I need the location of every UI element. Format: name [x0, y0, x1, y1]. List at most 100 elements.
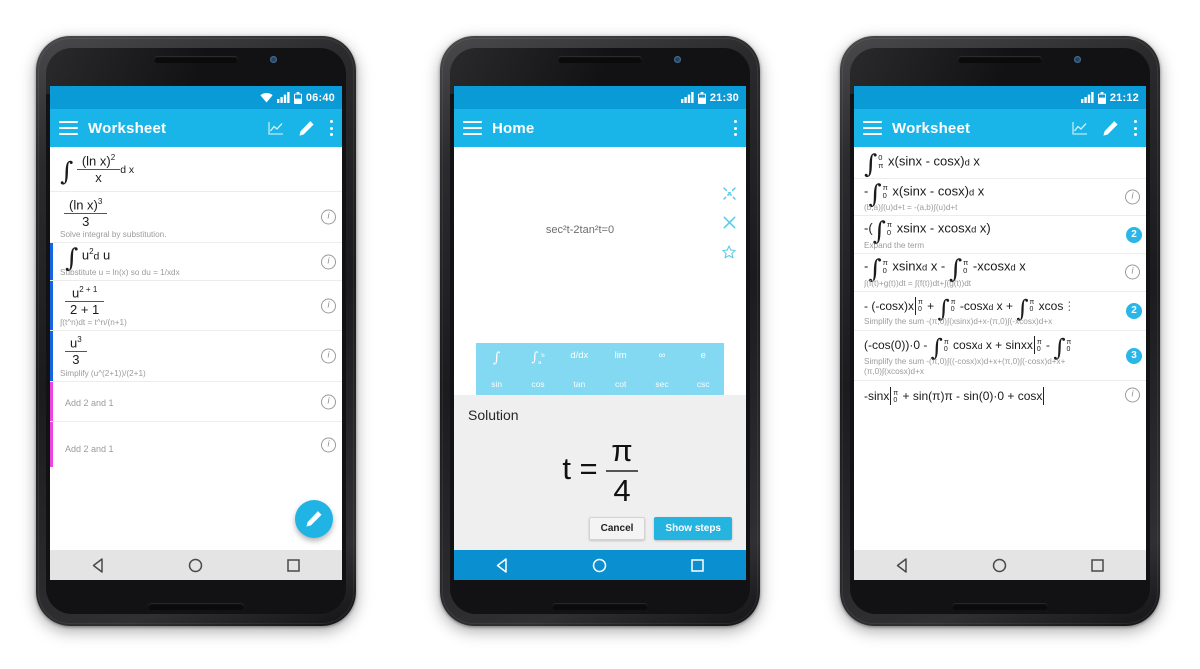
phone-device-1: 06:40 Worksheet ∫ (ln x)2 x d x (ln x)3 …: [36, 36, 356, 626]
math-keyboard-row-1: ∫ ∫ab d/dx lim ∞ e: [476, 343, 724, 373]
shuffle-icon[interactable]: [722, 187, 736, 200]
screenshot-stage: 06:40 Worksheet ∫ (ln x)2 x d x (ln x)3 …: [0, 0, 1200, 669]
key-csc[interactable]: csc: [683, 373, 724, 395]
cancel-button[interactable]: Cancel: [588, 517, 646, 540]
worksheet-row[interactable]: (ln x)3 3 Solve integral by substitution.…: [50, 192, 342, 244]
info-icon[interactable]: i: [321, 437, 336, 453]
worksheet-row[interactable]: -(∫ π 0 xsinx - xcosxd x) Expand the term …: [854, 216, 1146, 254]
graph-icon[interactable]: [1072, 121, 1088, 135]
worksheet-row[interactable]: - (-cosx)x π 0 + ∫ π 0 -cosxd x + ∫ π 0 xcos⋮ …: [854, 292, 1146, 332]
bottom-speaker-grill: [148, 603, 244, 610]
nav-bar-3: [854, 550, 1146, 580]
key-integral[interactable]: ∫: [476, 343, 517, 373]
hamburger-icon[interactable]: [59, 121, 78, 135]
edit-fab-button[interactable]: [295, 500, 333, 538]
equation-text: sec²t-2tan²t=0: [545, 224, 615, 236]
page-title: Worksheet: [88, 119, 167, 137]
key-cos[interactable]: cos: [517, 373, 558, 395]
step-hint: (b,a)∫(u)d+t = -(a,b)∫(u)d+t: [864, 203, 958, 213]
worksheet-row[interactable]: ∫ 0 π x(sinx - cosx)d x: [854, 147, 1146, 179]
key-sec[interactable]: sec: [641, 373, 682, 395]
phone-device-2: 21:30 Home sec²t-2tan²t=0 ∫ ∫ab d/dx lim…: [440, 36, 760, 626]
wifi-icon: [260, 93, 273, 103]
key-cot[interactable]: cot: [600, 373, 641, 395]
step-hint: Add 2 and 1: [65, 444, 114, 455]
bottom-speaker-grill: [952, 603, 1048, 610]
info-icon[interactable]: i: [321, 254, 336, 270]
pencil-icon[interactable]: [298, 120, 315, 137]
worksheet-row[interactable]: Add 2 and 1 i: [50, 382, 342, 423]
info-icon[interactable]: i: [1125, 387, 1140, 403]
step-count-badge[interactable]: 2: [1126, 303, 1142, 320]
math-keyboard[interactable]: ∫ ∫ab d/dx lim ∞ e sin cos tan cot sec c…: [476, 343, 724, 395]
row-stripe: [50, 331, 53, 382]
recents-icon[interactable]: [1089, 557, 1106, 574]
info-icon[interactable]: i: [321, 348, 336, 364]
info-icon[interactable]: i: [321, 394, 336, 410]
home-icon[interactable]: [591, 557, 608, 574]
overflow-icon[interactable]: [329, 120, 333, 136]
key-derivative[interactable]: d/dx: [559, 343, 600, 373]
info-icon[interactable]: i: [1125, 264, 1140, 280]
worksheet-row[interactable]: -sinx π 0 + sin(π)π - sin(0)·0 + cosx i: [854, 381, 1146, 408]
key-infinity[interactable]: ∞: [641, 343, 682, 373]
key-limit[interactable]: lim: [600, 343, 641, 373]
home-icon[interactable]: [991, 557, 1008, 574]
worksheet-list-3[interactable]: ∫ 0 π x(sinx - cosx)d x -∫ π 0 x(sinx - cosx…: [854, 147, 1146, 550]
worksheet-row[interactable]: (-cos(0))·0 - ∫ π 0 cosxd x + sinxx π 0 - ∫ π…: [854, 331, 1146, 382]
signal-icon: [680, 92, 694, 103]
key-tan[interactable]: tan: [559, 373, 600, 395]
math-expression: -sinx π 0 + sin(π)π - sin(0)·0 + cosx: [864, 387, 1045, 406]
worksheet-list-1[interactable]: ∫ (ln x)2 x d x (ln x)3 3 Solve integral by…: [50, 147, 342, 550]
home-icon[interactable]: [187, 557, 204, 574]
overflow-icon[interactable]: [1133, 120, 1137, 136]
math-expression: -∫ π 0 xsinxd x - ∫ π 0 -xcosxd x: [864, 253, 1026, 284]
back-icon[interactable]: [894, 557, 911, 574]
phone-3-screen: 21:12 Worksheet ∫0π x(sinx - cosx)d x: [854, 86, 1146, 580]
show-steps-button[interactable]: Show steps: [654, 517, 732, 540]
info-icon[interactable]: i: [321, 209, 336, 225]
info-icon[interactable]: i: [1125, 189, 1140, 205]
back-icon[interactable]: [90, 557, 107, 574]
math-expression: -(∫ π 0 xsinx - xcosxd x): [864, 215, 991, 246]
home-body: sec²t-2tan²t=0 ∫ ∫ab d/dx lim ∞ e sin co…: [454, 147, 746, 550]
math-expression: -∫ π 0 x(sinx - cosx)d x: [864, 178, 985, 209]
close-icon[interactable]: [723, 216, 736, 229]
solution-numerator: π: [606, 433, 638, 472]
hamburger-icon[interactable]: [463, 121, 482, 135]
pencil-icon[interactable]: [1102, 120, 1119, 137]
worksheet-row[interactable]: -∫ π 0 x(sinx - cosx)d x (b,a)∫(u)d+t = -(…: [854, 179, 1146, 217]
equation-area[interactable]: sec²t-2tan²t=0 ∫ ∫ab d/dx lim ∞ e sin co…: [454, 147, 746, 395]
star-icon[interactable]: [722, 245, 736, 259]
worksheet-row[interactable]: u2 + 12 + 1 ∫(t^n)dt = t^n/(n+1) i: [50, 280, 342, 332]
recents-icon[interactable]: [285, 557, 302, 574]
graph-icon[interactable]: [268, 121, 284, 135]
worksheet-row[interactable]: ∫ (ln x)2 x d x: [50, 147, 342, 192]
key-euler[interactable]: e: [683, 343, 724, 373]
solution-expression: t = π 4: [468, 423, 732, 513]
info-icon[interactable]: i: [321, 298, 336, 314]
back-icon[interactable]: [494, 557, 511, 574]
math-expression: ∫ 0 π x(sinx - cosx)d x: [864, 148, 980, 179]
step-count-badge[interactable]: 3: [1126, 347, 1142, 364]
step-count-badge[interactable]: 2: [1126, 226, 1142, 243]
recents-icon[interactable]: [689, 557, 706, 574]
hamburger-icon[interactable]: [863, 121, 882, 135]
key-sin[interactable]: sin: [476, 373, 517, 395]
step-hint: Simplify (u^(2+1))/(2+1): [60, 369, 146, 379]
step-hint: Solve integral by substitution.: [60, 230, 167, 240]
worksheet-row[interactable]: -∫ π 0 xsinxd x - ∫ π 0 -xcosxd x ∫(f(t)+g(t…: [854, 254, 1146, 292]
app-bar-3: Worksheet: [854, 109, 1146, 147]
math-keyboard-row-2: sin cos tan cot sec csc: [476, 373, 724, 395]
math-expression: (-cos(0))·0 - ∫ π 0 cosxd x + sinxx π 0 - ∫ π…: [864, 333, 1072, 362]
worksheet-row[interactable]: Add 2 and 1 i: [50, 422, 342, 468]
front-camera: [269, 56, 277, 63]
key-definite-integral[interactable]: ∫ab: [517, 343, 558, 373]
step-hint: Expand the term: [864, 240, 925, 250]
dialog-title: Solution: [468, 407, 519, 423]
worksheet-row[interactable]: u3 3 Simplify (u^(2+1))/(2+1) i: [50, 331, 342, 383]
app-bar-2: Home: [454, 109, 746, 147]
worksheet-row[interactable]: ∫ u2d u Substitute u = ln(x) so du = 1/x…: [50, 243, 342, 281]
math-expression: ∫ (ln x)2 x d x: [60, 153, 135, 186]
overflow-icon[interactable]: [733, 120, 737, 136]
